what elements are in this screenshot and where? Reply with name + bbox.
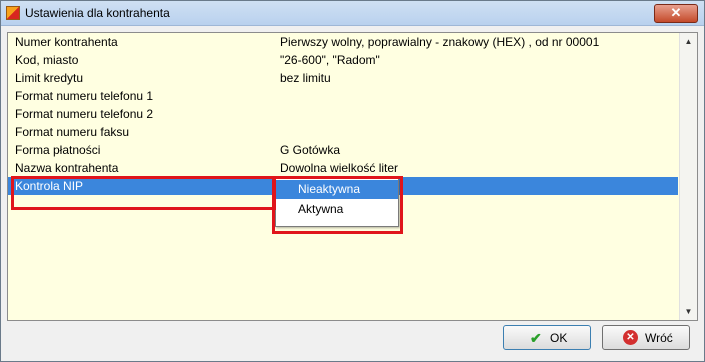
- dropdown-option-label: Aktywna: [298, 202, 344, 216]
- checkmark-icon: ✔: [530, 330, 542, 346]
- setting-label: Format numeru telefonu 1: [15, 89, 154, 103]
- setting-label: Format numeru telefonu 2: [15, 107, 154, 121]
- settings-row[interactable]: Limit kredytu bez limitu: [8, 69, 678, 87]
- dropdown-option-label: Nieaktywna: [298, 182, 361, 196]
- setting-value: Dowolna wielkość liter: [280, 161, 399, 175]
- settings-row[interactable]: Format numeru faksu: [8, 123, 678, 141]
- setting-label: Limit kredytu: [15, 71, 84, 85]
- setting-label: Numer kontrahenta: [15, 35, 118, 49]
- dropdown-option[interactable]: Nieaktywna: [276, 180, 398, 199]
- scroll-up-arrow-icon[interactable]: ▲: [680, 33, 697, 50]
- cancel-icon: ✕: [623, 330, 638, 345]
- close-button[interactable]: ✕: [654, 4, 698, 23]
- settings-row[interactable]: Forma płatności G Gotówka: [8, 141, 678, 159]
- setting-label: Kontrola NIP: [15, 179, 84, 193]
- setting-label: Nazwa kontrahenta: [15, 161, 119, 175]
- title-bar: Ustawienia dla kontrahenta ✕: [1, 1, 704, 26]
- settings-row[interactable]: Format numeru telefonu 2: [8, 105, 678, 123]
- settings-list: Numer kontrahenta Pierwszy wolny, popraw…: [7, 32, 698, 321]
- back-button[interactable]: ✕ Wróć: [602, 325, 690, 350]
- settings-row[interactable]: Numer kontrahenta Pierwszy wolny, popraw…: [8, 33, 678, 51]
- ok-button[interactable]: ✔ OK: [503, 325, 591, 350]
- window-title: Ustawienia dla kontrahenta: [25, 6, 170, 20]
- settings-row[interactable]: Kod, miasto "26-600", "Radom": [8, 51, 678, 69]
- setting-label: Format numeru faksu: [15, 125, 130, 139]
- settings-dialog: Ustawienia dla kontrahenta ✕ Numer kontr…: [0, 0, 705, 362]
- app-icon: [6, 6, 20, 20]
- ok-button-label: OK: [550, 331, 568, 345]
- setting-value: "26-600", "Radom": [280, 53, 380, 67]
- setting-value: G Gotówka: [280, 143, 341, 157]
- setting-label: Kod, miasto: [15, 53, 79, 67]
- vertical-scrollbar[interactable]: ▲ ▼: [679, 33, 697, 320]
- setting-value: Pierwszy wolny, poprawialny - znakowy (H…: [280, 35, 600, 49]
- settings-row[interactable]: Format numeru telefonu 1: [8, 87, 678, 105]
- setting-value: bez limitu: [280, 71, 331, 85]
- value-dropdown[interactable]: Nieaktywna Aktywna: [275, 178, 399, 227]
- scroll-down-arrow-icon[interactable]: ▼: [680, 303, 697, 320]
- dropdown-option[interactable]: Aktywna: [276, 200, 398, 219]
- setting-label: Forma płatności: [15, 143, 101, 157]
- settings-row[interactable]: Nazwa kontrahenta Dowolna wielkość liter: [8, 159, 678, 177]
- back-button-label: Wróć: [645, 331, 673, 345]
